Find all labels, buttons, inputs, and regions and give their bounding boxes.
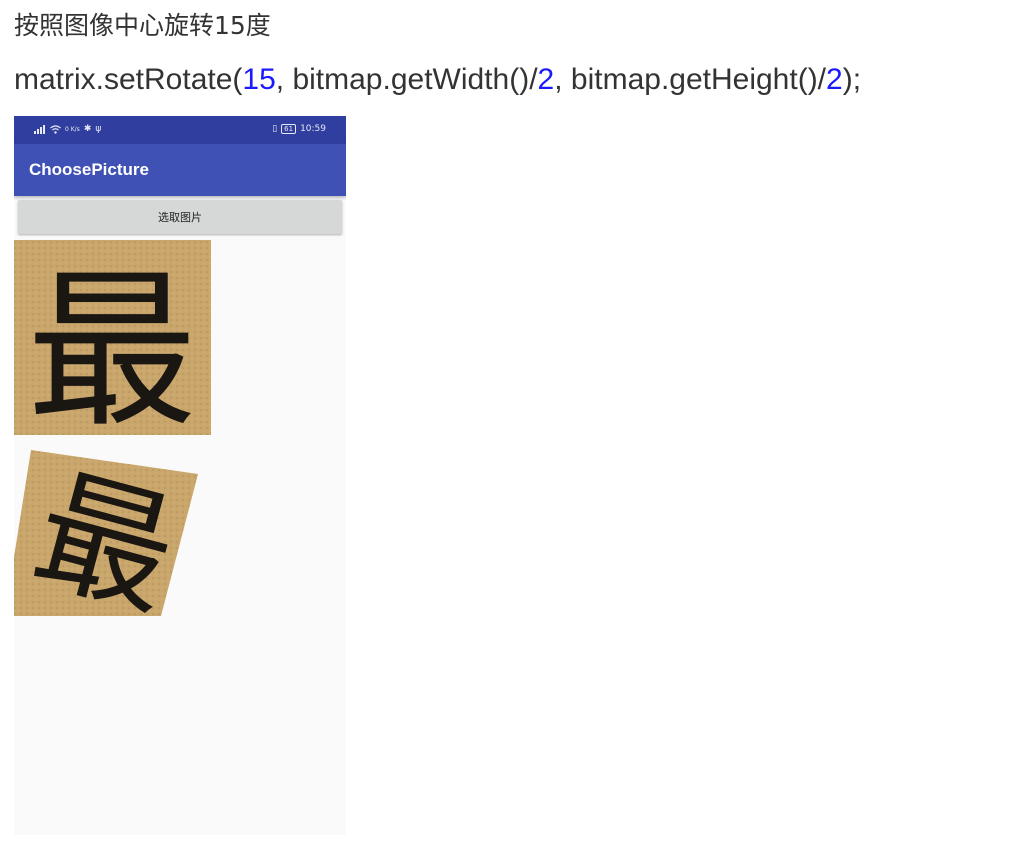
code-line: matrix.setRotate(15, bitmap.getWidth()/2… (14, 60, 861, 100)
rotated-image: 最 (14, 450, 198, 616)
code-mid1: , bitmap.getWidth()/ (275, 63, 538, 96)
original-glyph: 最 (27, 253, 197, 435)
phone-screenshot: 0 K/s ✱ ψ ▯ 61 10:59 ChoosePicture 选取图片 … (14, 116, 346, 835)
code-div2: 2 (826, 63, 843, 96)
bluetooth-icon: ✱ (83, 124, 92, 134)
code-prefix: matrix.setRotate( (14, 63, 243, 96)
app-bar: ChoosePicture (14, 144, 346, 196)
app-title: ChoosePicture (29, 160, 149, 179)
clock: 10:59 (300, 124, 326, 134)
page-heading: 按照图像中心旋转15度 (14, 11, 271, 40)
vibrate-icon: ▯ (272, 124, 278, 134)
wifi-icon (50, 124, 61, 134)
code-angle: 15 (242, 63, 276, 96)
status-bar: 0 K/s ✱ ψ ▯ 61 10:59 (14, 116, 346, 144)
usb-icon: ψ (95, 124, 102, 134)
netspeed-icon: 0 K/s (65, 125, 80, 133)
original-image: 最 (14, 240, 211, 435)
code-suffix: ); (842, 63, 862, 96)
code-div1: 2 (537, 63, 555, 96)
choose-picture-button[interactable]: 选取图片 (18, 200, 342, 234)
battery-icon: 61 (281, 124, 297, 134)
signal-icon (34, 124, 45, 134)
code-mid2: , bitmap.getHeight()/ (554, 63, 827, 96)
